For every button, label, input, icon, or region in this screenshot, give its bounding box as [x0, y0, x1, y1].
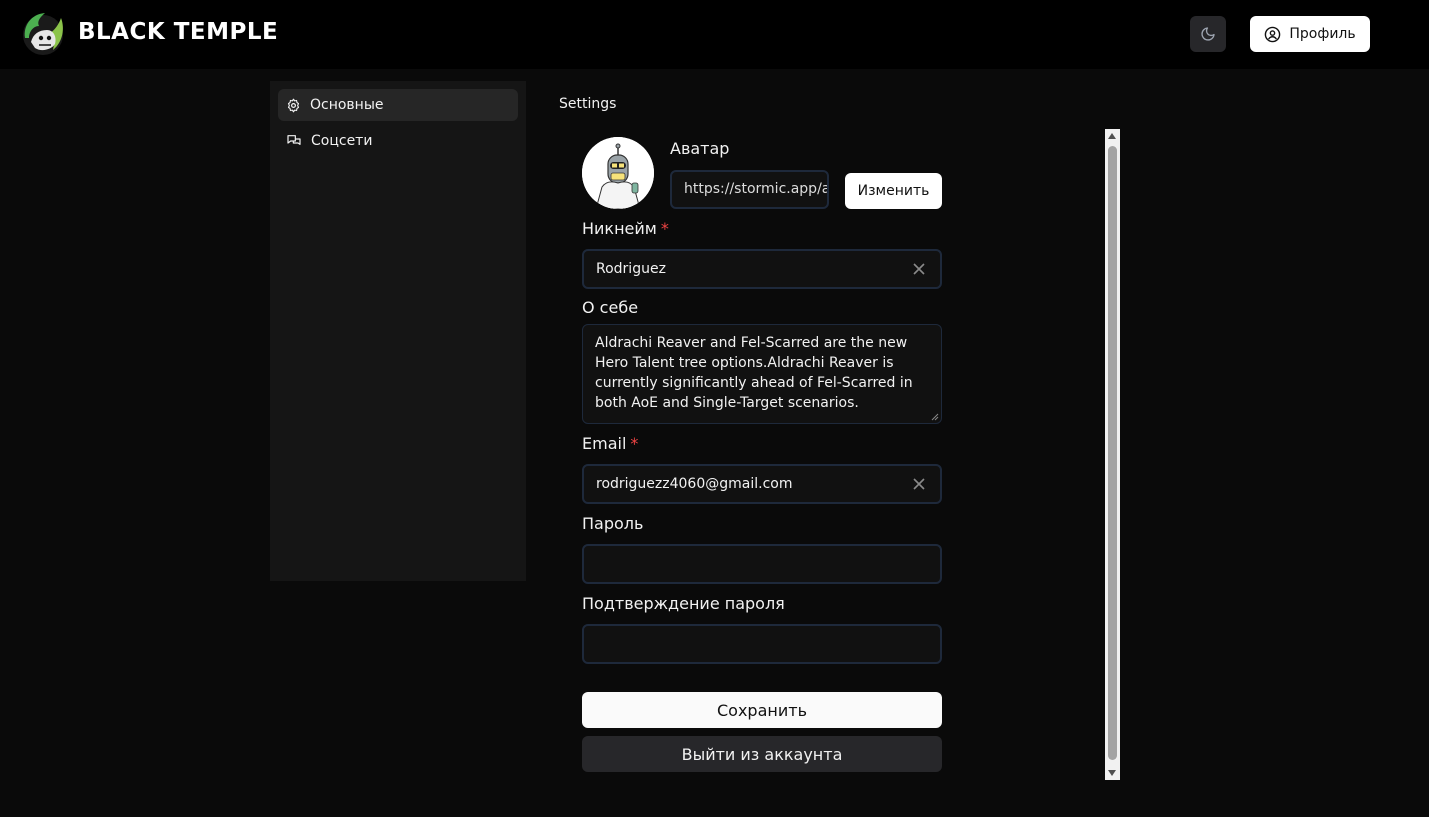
sidebar-item-general[interactable]: Основные [278, 89, 518, 121]
sidebar-item-label: Основные [310, 97, 384, 113]
logout-button[interactable]: Выйти из аккаунта [582, 736, 942, 772]
avatar-image [582, 137, 654, 209]
nickname-input[interactable]: Rodriguez [582, 249, 942, 289]
chat-bubbles-icon [287, 135, 301, 145]
password-confirm-label: Подтверждение пароля [582, 594, 785, 613]
profile-button[interactable]: Профиль [1250, 16, 1370, 52]
password-label: Пароль [582, 514, 644, 533]
scroll-up-arrow-icon[interactable] [1108, 133, 1116, 139]
nickname-label-text: Никнейм [582, 219, 657, 238]
profile-button-label: Профиль [1289, 26, 1356, 42]
email-value: rodriguezz4060@gmail.com [596, 476, 793, 492]
user-circle-icon [1265, 26, 1281, 42]
about-label: О себе [582, 298, 639, 317]
password-confirm-input[interactable] [582, 624, 942, 664]
change-avatar-button[interactable]: Изменить [845, 173, 942, 209]
scrollbar[interactable] [1105, 129, 1120, 780]
scrollbar-thumb[interactable] [1108, 146, 1117, 760]
settings-sidebar: Основные Соцсети [270, 81, 526, 581]
avatar-url-input[interactable]: https://stormic.app/ap [670, 170, 829, 209]
save-button[interactable]: Сохранить [582, 692, 942, 728]
page-title: Settings [559, 96, 617, 112]
avatar-label: Аватар [670, 139, 730, 158]
required-mark: * [660, 219, 669, 238]
clear-icon[interactable] [912, 477, 926, 491]
required-mark: * [630, 434, 639, 453]
theme-toggle-button[interactable] [1190, 16, 1226, 52]
top-header: BLACK TEMPLE Профиль [0, 0, 1429, 69]
password-input[interactable] [582, 544, 942, 584]
email-label: Email * [582, 434, 638, 453]
clear-icon[interactable] [912, 262, 926, 276]
avatar [582, 137, 654, 209]
nickname-value: Rodriguez [596, 261, 666, 277]
email-label-text: Email [582, 434, 627, 453]
about-value: Aldrachi Reaver and Fel-Scarred are the … [595, 335, 913, 411]
moon-icon [1201, 27, 1215, 41]
resize-handle-icon[interactable] [931, 413, 939, 421]
gear-icon [287, 98, 300, 112]
nickname-label: Никнейм * [582, 219, 669, 238]
brand-name[interactable]: BLACK TEMPLE [78, 19, 278, 45]
scroll-down-arrow-icon[interactable] [1108, 770, 1116, 776]
sidebar-item-socials[interactable]: Соцсети [278, 125, 518, 157]
about-textarea[interactable]: Aldrachi Reaver and Fel-Scarred are the … [582, 324, 942, 424]
sidebar-item-label: Соцсети [311, 133, 373, 149]
logo-icon[interactable] [19, 8, 67, 58]
email-input[interactable]: rodriguezz4060@gmail.com [582, 464, 942, 504]
